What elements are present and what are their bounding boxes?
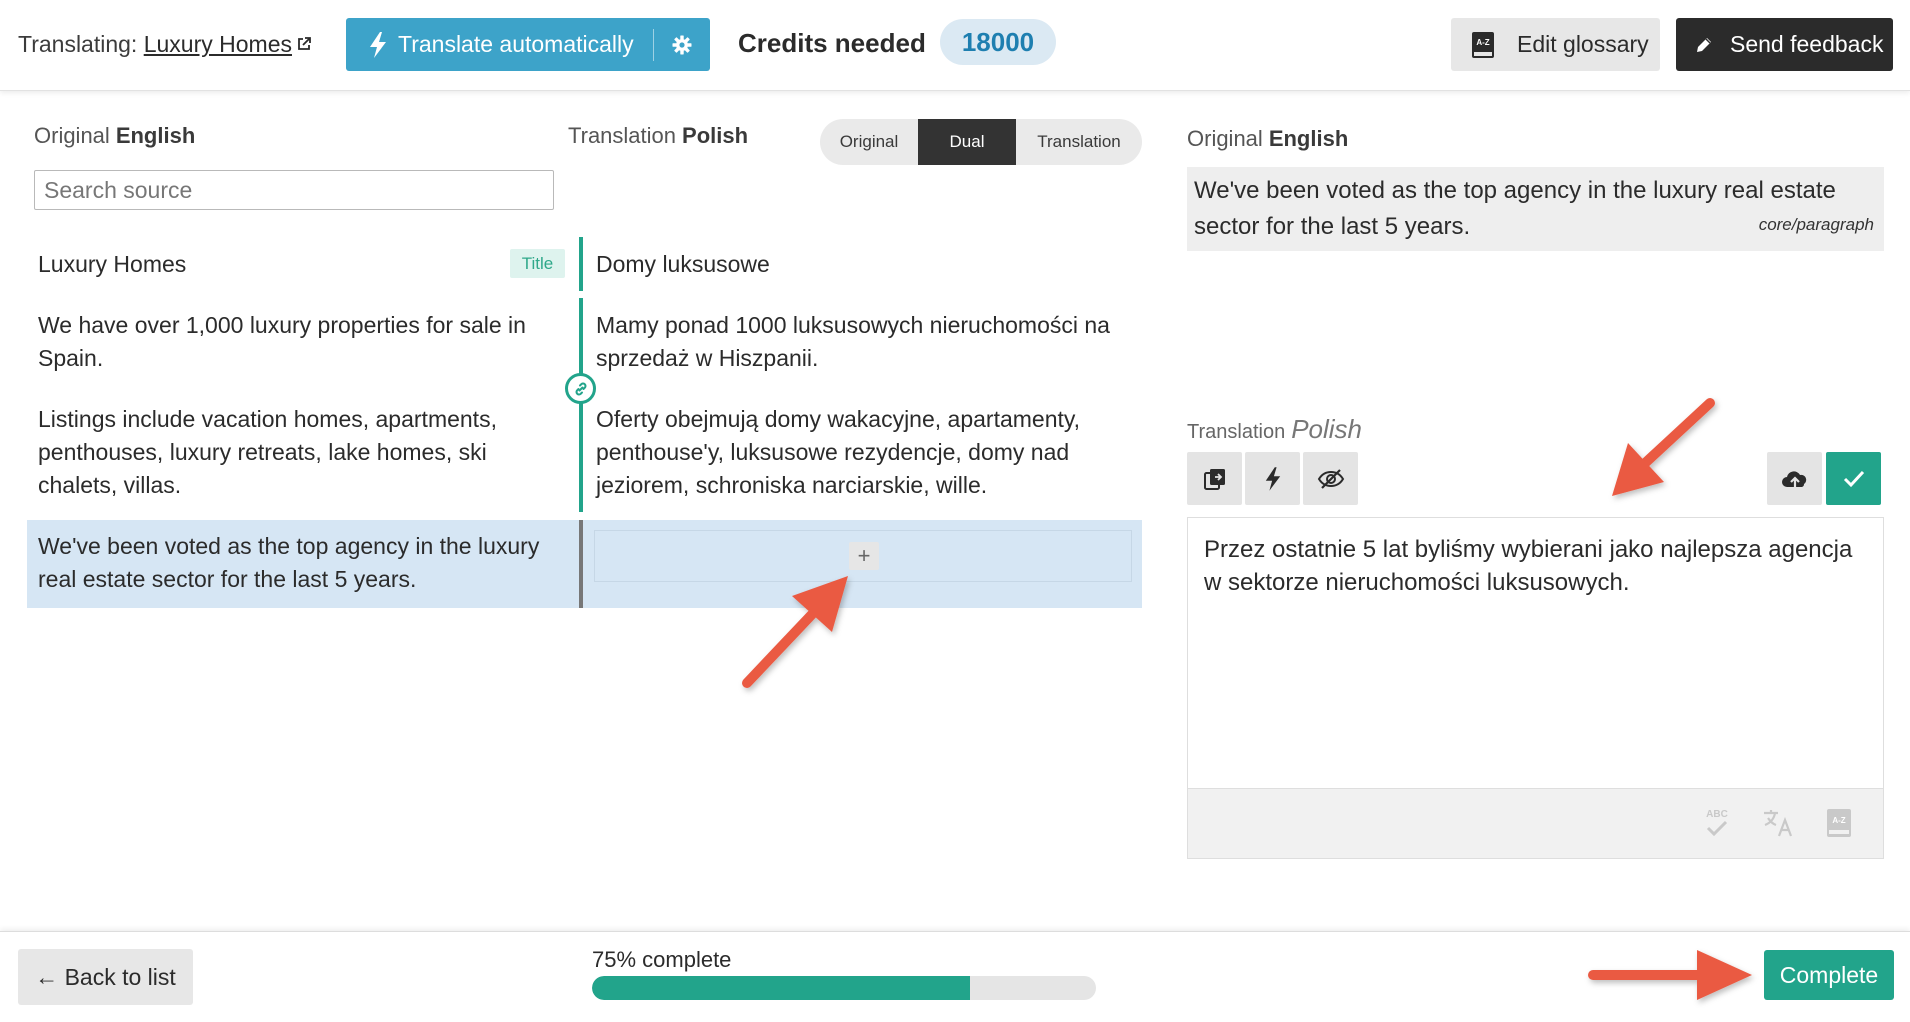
arrow-to-translation-editor bbox=[1612, 398, 1715, 496]
hide-button[interactable] bbox=[1303, 452, 1358, 505]
lightning-icon bbox=[370, 31, 386, 58]
translate-automatically-label: Translate automatically bbox=[398, 31, 634, 57]
edit-glossary-label: Edit glossary bbox=[1517, 31, 1649, 57]
panel-original-label: Original bbox=[1187, 126, 1263, 151]
segment-target-3[interactable]: Oferty obejmują domy wakacyjne, apartame… bbox=[596, 403, 1136, 502]
hide-icon bbox=[1317, 468, 1344, 489]
spellcheck-icon: ABC bbox=[1706, 809, 1728, 837]
panel-translation-header: Translation Polish bbox=[1187, 414, 1362, 445]
segment-target-1[interactable]: Domy luksusowe bbox=[596, 248, 1136, 281]
progress-label: 75% complete bbox=[592, 947, 732, 972]
copy-source-icon bbox=[1203, 468, 1225, 490]
spellcheck-icon-text: ABC bbox=[1706, 809, 1728, 820]
search-source-input[interactable] bbox=[34, 170, 554, 210]
progress-bar bbox=[592, 976, 1096, 1000]
translation-settings-button[interactable] bbox=[654, 18, 710, 71]
view-mode-dual[interactable]: Dual bbox=[918, 119, 1016, 165]
segment-target-2[interactable]: Mamy ponad 1000 luksusowych nieruchomośc… bbox=[596, 309, 1136, 375]
segment-source-2[interactable]: We have over 1,000 luxury properties for… bbox=[38, 309, 558, 375]
add-translation-button[interactable]: + bbox=[849, 542, 879, 570]
view-mode-toggle: Original Dual Translation bbox=[820, 119, 1142, 165]
save-translation-button[interactable] bbox=[1826, 452, 1881, 505]
panel-translation-language: Polish bbox=[1291, 414, 1363, 444]
glossary-icon-text: A-Z bbox=[1476, 38, 1489, 47]
translating-prefix: Translating: bbox=[18, 31, 138, 57]
check-icon bbox=[1843, 470, 1864, 487]
segment-source-3[interactable]: Listings include vacation homes, apartme… bbox=[38, 403, 558, 502]
original-language: English bbox=[115, 123, 196, 148]
title-badge: Title bbox=[510, 249, 565, 278]
translating-label: Translating: Luxury Homes bbox=[18, 30, 311, 58]
lightning-icon bbox=[1265, 466, 1280, 491]
original-label: Original bbox=[34, 123, 110, 148]
view-mode-translation[interactable]: Translation bbox=[1016, 119, 1142, 165]
edit-glossary-button[interactable]: A-Z Edit glossary bbox=[1451, 18, 1660, 71]
segment-link-button[interactable] bbox=[565, 373, 596, 404]
block-type-label: core/paragraph bbox=[1758, 215, 1874, 234]
panel-translation-label: Translation bbox=[1187, 421, 1286, 443]
gear-icon bbox=[672, 35, 692, 54]
glossary-lookup-icon-text: A-Z bbox=[1832, 816, 1845, 825]
view-mode-original[interactable]: Original bbox=[820, 119, 918, 165]
send-feedback-button[interactable]: Send feedback bbox=[1676, 18, 1893, 71]
translation-column-header: Translation Polish bbox=[568, 123, 748, 149]
segment-status-bar-2 bbox=[579, 298, 583, 512]
segment-source-1[interactable]: Luxury Homes bbox=[38, 248, 558, 281]
panel-original-header: Original English bbox=[1187, 126, 1348, 152]
segment-source-4[interactable]: We've been voted as the top agency in th… bbox=[38, 530, 558, 596]
segment-status-bar-4 bbox=[579, 520, 583, 608]
glossary-icon: A-Z bbox=[1827, 809, 1851, 837]
original-column-header: Original English bbox=[34, 123, 195, 149]
glossary-book-icon: A-Z bbox=[1472, 31, 1494, 58]
translate-icon bbox=[1764, 810, 1793, 837]
page-link[interactable]: Luxury Homes bbox=[144, 31, 292, 57]
translation-label: Translation bbox=[568, 123, 677, 148]
external-link-icon[interactable] bbox=[297, 30, 311, 57]
cloud-upload-icon bbox=[1781, 470, 1806, 488]
original-text: We've been voted as the top agency in th… bbox=[1194, 177, 1836, 240]
progress-bar-fill bbox=[592, 976, 970, 1000]
segment-status-bar-1 bbox=[579, 237, 583, 291]
translate-automatically-button[interactable]: Translate automatically bbox=[346, 18, 710, 71]
machine-translate-button[interactable] bbox=[1245, 452, 1300, 505]
translation-language: Polish bbox=[682, 123, 749, 148]
copy-source-button[interactable] bbox=[1187, 452, 1242, 505]
glossary-lookup-button[interactable]: A-Z bbox=[1822, 805, 1856, 841]
translate-button[interactable] bbox=[1761, 805, 1795, 841]
link-icon bbox=[575, 382, 586, 395]
send-feedback-label: Send feedback bbox=[1730, 31, 1884, 57]
panel-original-language: English bbox=[1268, 126, 1349, 151]
back-to-list-button[interactable]: ← Back to list bbox=[18, 949, 193, 1005]
pencil-icon bbox=[1697, 37, 1711, 52]
credits-needed-label: Credits needed bbox=[738, 28, 926, 58]
credits-count-badge: 18000 bbox=[940, 19, 1056, 65]
spellcheck-button[interactable]: ABC bbox=[1700, 805, 1734, 841]
complete-button[interactable]: Complete bbox=[1764, 950, 1894, 1000]
upload-button[interactable] bbox=[1767, 452, 1822, 505]
translate-automatically-main[interactable]: Translate automatically bbox=[346, 18, 653, 71]
translation-editor[interactable] bbox=[1187, 517, 1884, 789]
